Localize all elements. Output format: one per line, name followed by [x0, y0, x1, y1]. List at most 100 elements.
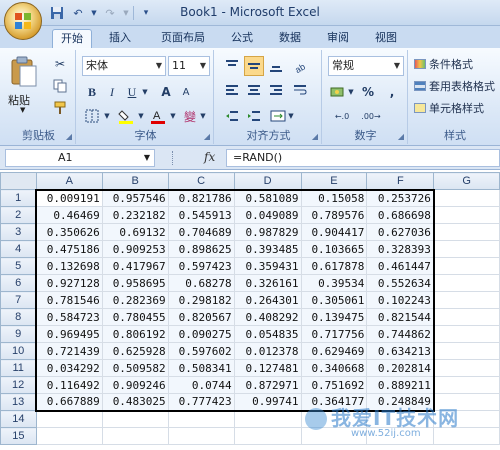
cell[interactable]: 0.103665	[300, 240, 368, 258]
cell[interactable]: 0.597423	[167, 257, 235, 275]
cell[interactable]: 0.780455	[101, 308, 169, 326]
clipboard-launcher-icon[interactable]: ◢	[66, 132, 72, 141]
name-box[interactable]: A1 ▼	[5, 149, 155, 167]
shrink-font-button[interactable]: A	[176, 82, 196, 102]
tab-formulas[interactable]: 公式	[222, 29, 262, 48]
cell[interactable]: 0.957546	[101, 188, 169, 207]
underline-button[interactable]: U	[122, 82, 142, 102]
cell[interactable]: 0.049089	[233, 206, 302, 224]
cell[interactable]: 0.581089	[233, 188, 302, 207]
font-color-dropdown-icon[interactable]: ▼	[168, 106, 178, 126]
grow-font-button[interactable]: A	[156, 82, 176, 102]
cell[interactable]: 0.012378	[233, 342, 302, 360]
cell[interactable]: 0.116492	[35, 376, 103, 394]
borders-dropdown-icon[interactable]: ▼	[102, 106, 112, 126]
column-header-g[interactable]: G	[433, 172, 500, 190]
column-header-e[interactable]: E	[300, 172, 368, 190]
row-header[interactable]: 11	[0, 359, 37, 377]
phonetic-dropdown-icon[interactable]: ▼	[198, 106, 208, 126]
cell[interactable]: 0.0744	[167, 376, 235, 394]
cell[interactable]	[101, 410, 169, 428]
italic-button[interactable]: I	[102, 82, 122, 102]
accounting-dropdown-icon[interactable]: ▼	[346, 82, 356, 102]
font-launcher-icon[interactable]: ◢	[204, 132, 210, 141]
cell[interactable]: 0.821786	[167, 188, 235, 207]
cell[interactable]	[433, 308, 500, 326]
cell[interactable]: 0.99741	[233, 393, 302, 412]
decrease-decimal-icon[interactable]: .00→	[358, 106, 384, 126]
align-middle-icon[interactable]	[244, 56, 264, 76]
increase-decimal-icon[interactable]: ←.0	[330, 106, 354, 126]
row-header[interactable]: 15	[0, 427, 37, 445]
cell[interactable]	[433, 359, 500, 377]
cell[interactable]: 0.475186	[35, 240, 103, 258]
cell[interactable]: 0.751692	[300, 376, 368, 394]
cell[interactable]: 0.821544	[366, 308, 435, 326]
cell[interactable]: 0.340668	[300, 359, 368, 377]
tab-data[interactable]: 数据	[270, 29, 310, 48]
font-color-icon[interactable]: A	[148, 106, 168, 126]
cell[interactable]	[433, 325, 500, 343]
cell[interactable]	[167, 427, 235, 445]
cell[interactable]	[167, 410, 235, 428]
underline-dropdown-icon[interactable]: ▼	[140, 82, 150, 102]
cell[interactable]	[433, 274, 500, 292]
cell[interactable]: 0.781546	[35, 291, 103, 309]
row-header[interactable]: 10	[0, 342, 37, 360]
cell[interactable]: 0.359431	[233, 257, 302, 275]
font-name-select[interactable]: 宋体 ▼	[82, 56, 166, 76]
row-header[interactable]: 14	[0, 410, 37, 428]
row-header[interactable]: 1	[0, 189, 37, 207]
alignment-launcher-icon[interactable]: ◢	[312, 132, 318, 141]
decrease-indent-icon[interactable]	[222, 106, 242, 126]
cell[interactable]: 0.629469	[300, 342, 368, 360]
cell[interactable]: 0.969495	[35, 325, 103, 343]
align-right-icon[interactable]	[266, 80, 286, 100]
cell[interactable]: 0.617878	[300, 257, 368, 275]
cell[interactable]: 0.958695	[101, 274, 169, 292]
cell[interactable]	[433, 240, 500, 258]
cell[interactable]: 0.909253	[101, 240, 169, 258]
cell[interactable]: 0.789576	[300, 206, 368, 224]
cell[interactable]: 0.298182	[167, 291, 235, 309]
office-button[interactable]	[4, 2, 42, 40]
increase-indent-icon[interactable]	[244, 106, 264, 126]
cell[interactable]	[101, 427, 169, 445]
column-header-a[interactable]: A	[35, 172, 103, 190]
cell[interactable]: 0.597602	[167, 342, 235, 360]
row-header[interactable]: 2	[0, 206, 37, 224]
number-launcher-icon[interactable]: ◢	[398, 132, 404, 141]
font-name-dropdown-icon[interactable]: ▼	[156, 57, 162, 75]
column-header-f[interactable]: F	[366, 172, 435, 190]
cell[interactable]: 0.326161	[233, 274, 302, 292]
insert-function-icon[interactable]: fx	[204, 150, 215, 164]
cell[interactable]: 0.634213	[366, 342, 435, 360]
number-format-select[interactable]: 常规 ▼	[328, 56, 404, 76]
cell[interactable]: 0.909246	[101, 376, 169, 394]
cell[interactable]: 0.009191	[35, 188, 103, 207]
cell[interactable]: 0.820567	[167, 308, 235, 326]
cell[interactable]: 0.102243	[366, 291, 435, 309]
cell[interactable]: 0.305061	[300, 291, 368, 309]
cell[interactable]: 0.904417	[300, 223, 368, 241]
cell[interactable]	[233, 427, 302, 445]
cell[interactable]: 0.034292	[35, 359, 103, 377]
format-as-table-button[interactable]: 套用表格格式	[414, 78, 495, 96]
cell[interactable]: 0.253726	[366, 188, 435, 207]
row-header[interactable]: 3	[0, 223, 37, 241]
cell[interactable]: 0.350626	[35, 223, 103, 241]
cell[interactable]: 0.139475	[300, 308, 368, 326]
cell[interactable]	[433, 223, 500, 241]
cell[interactable]: 0.328393	[366, 240, 435, 258]
row-header[interactable]: 4	[0, 240, 37, 258]
cell[interactable]: 0.127481	[233, 359, 302, 377]
cell[interactable]	[433, 342, 500, 360]
cell[interactable]: 0.15058	[300, 188, 368, 207]
cell-styles-button[interactable]: 单元格样式	[414, 100, 484, 118]
cell[interactable]	[233, 410, 302, 428]
borders-icon[interactable]	[82, 106, 102, 126]
cell[interactable]: 0.872971	[233, 376, 302, 394]
tab-view[interactable]: 视图	[366, 29, 406, 48]
fill-color-dropdown-icon[interactable]: ▼	[136, 106, 146, 126]
cell[interactable]: 0.282369	[101, 291, 169, 309]
